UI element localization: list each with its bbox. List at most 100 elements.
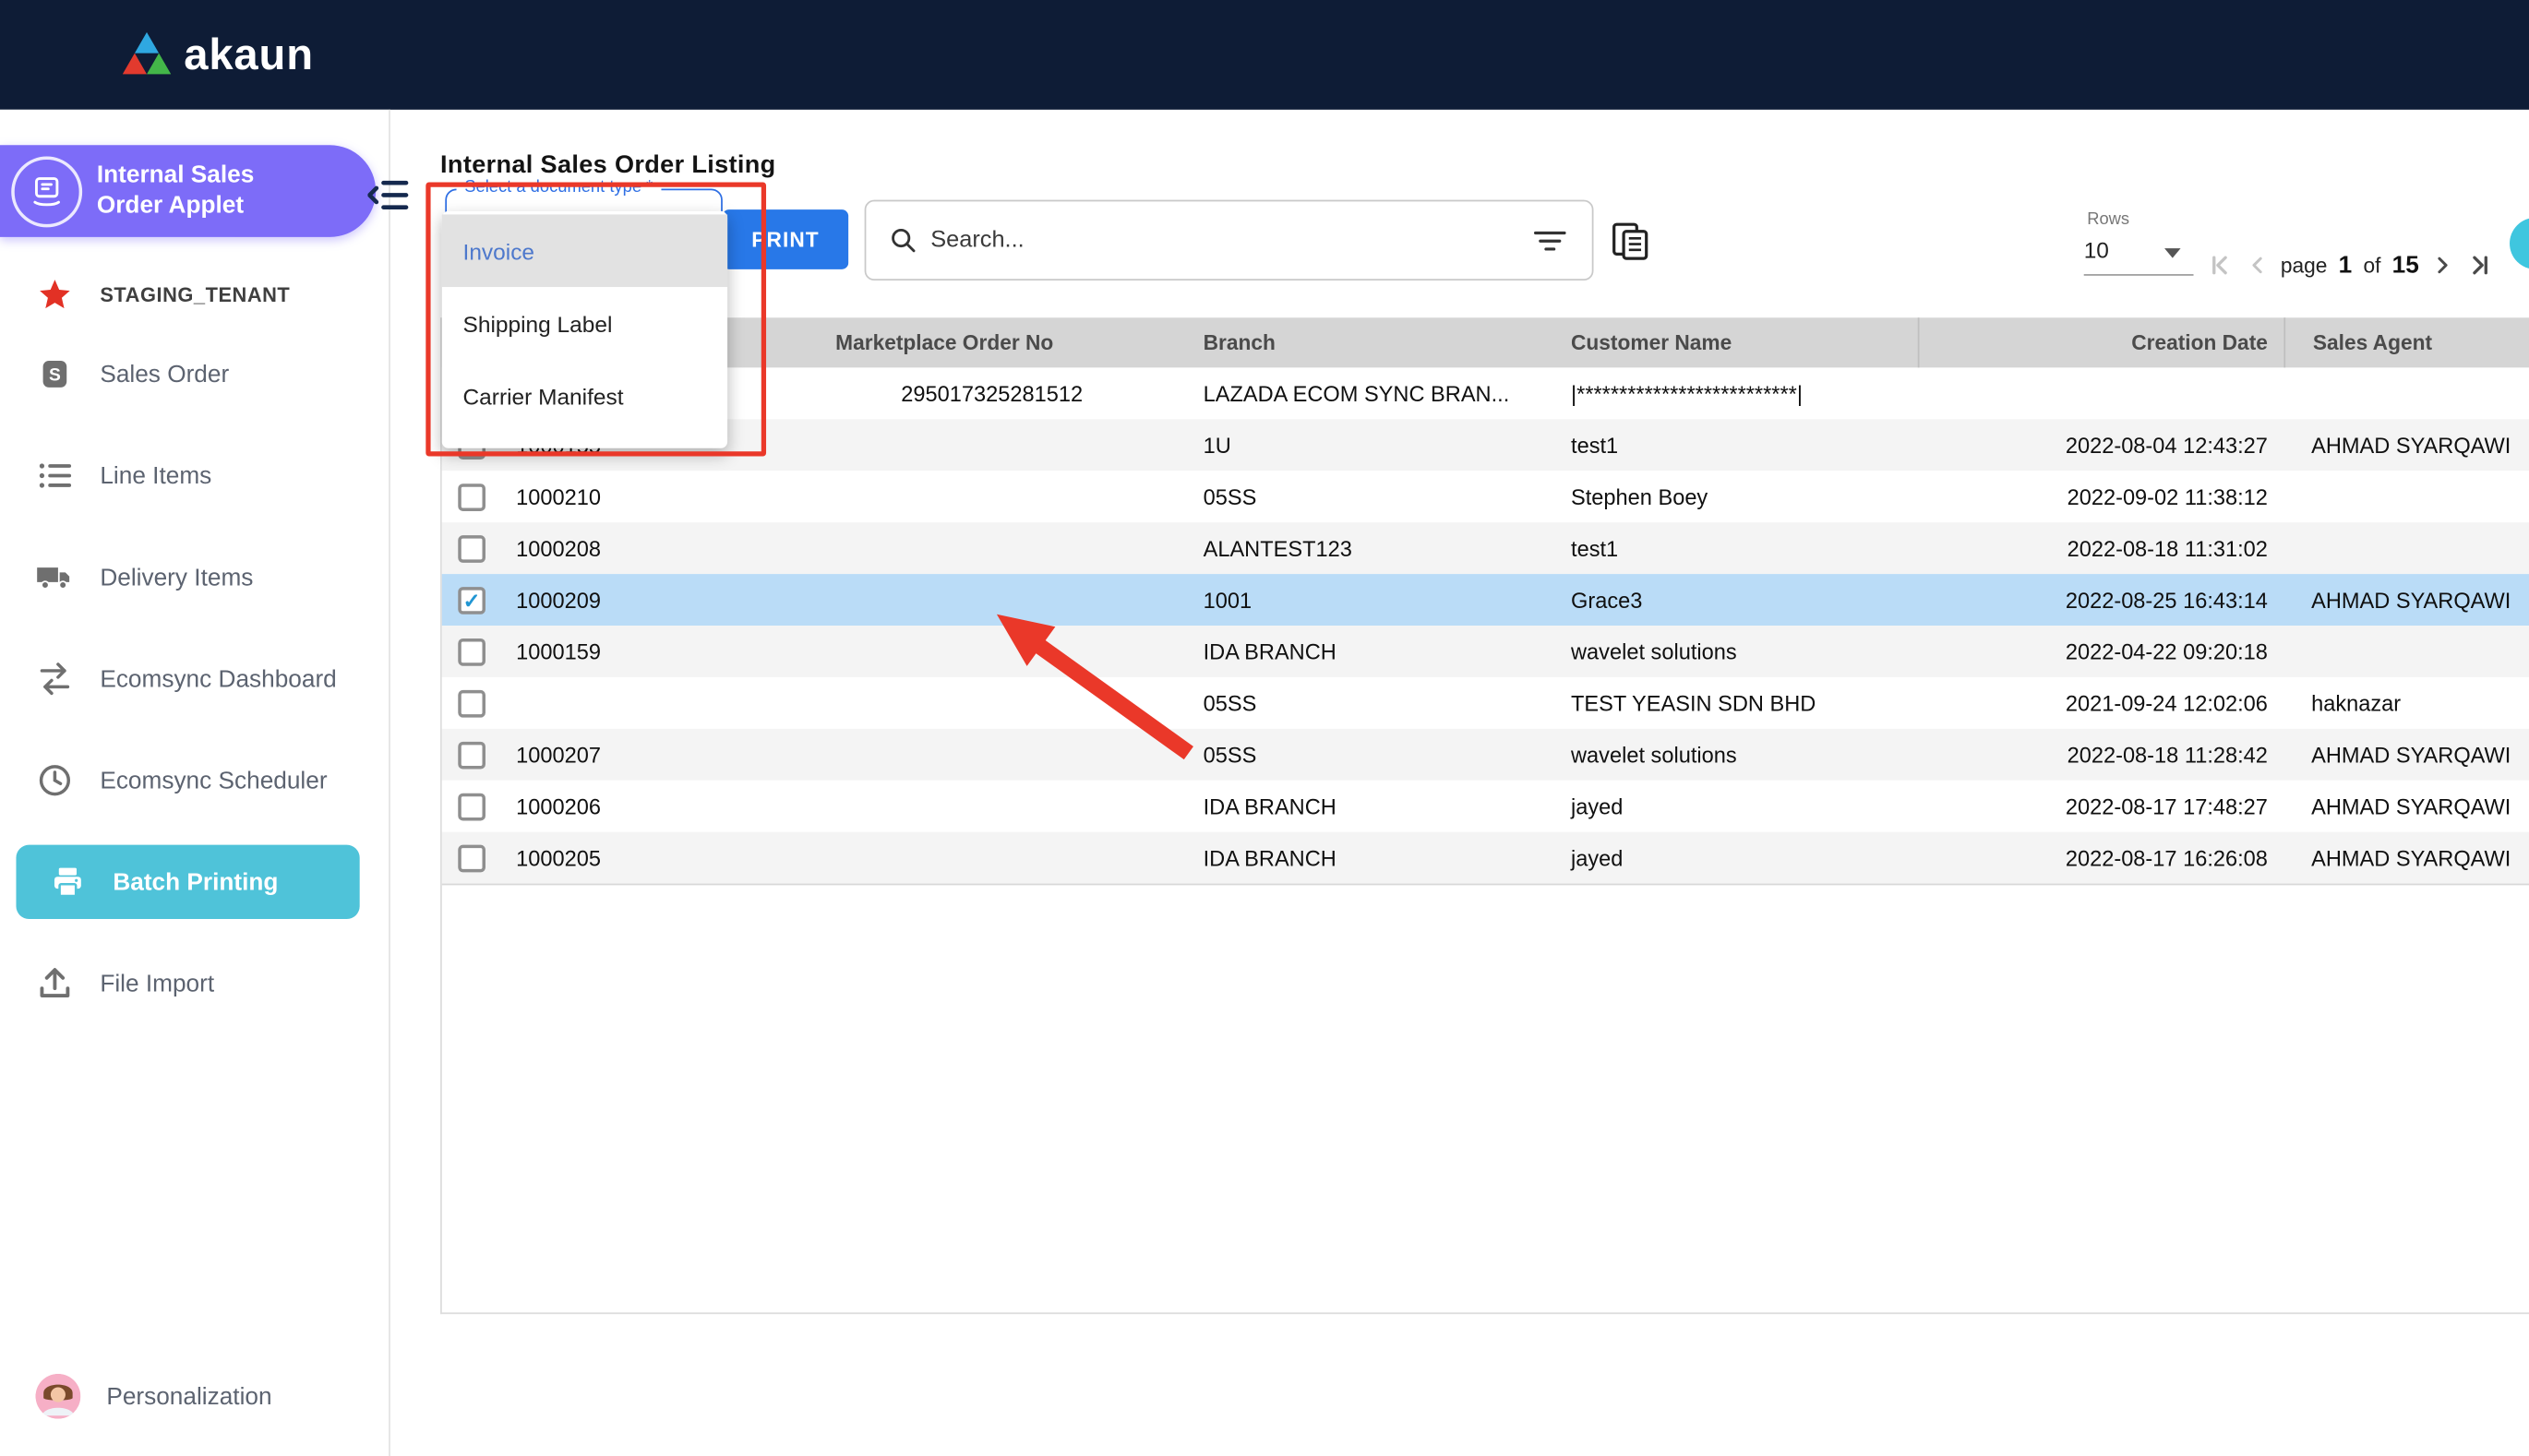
svg-text:S: S	[49, 366, 61, 386]
table-row[interactable]: 1000207 05SS wavelet solutions 2022-08-1…	[442, 729, 2529, 781]
rows-per-page-select[interactable]: 10	[2084, 233, 2194, 276]
search-box	[865, 200, 1594, 280]
row-checkbox[interactable]	[458, 586, 485, 614]
cell-sales-agent: AHMAD SYARQAWI	[2283, 433, 2529, 457]
sidebar-item-sales-order[interactable]: S Sales Order	[0, 341, 387, 406]
table-row[interactable]: 1000159 IDA BRANCH wavelet solutions 202…	[442, 626, 2529, 677]
sidebar-item-label: Personalization	[106, 1382, 271, 1410]
sales-order-table: Marketplace Order No Branch Customer Nam…	[440, 317, 2529, 1314]
sidebar-item-ecomsync-scheduler[interactable]: Ecomsync Scheduler	[0, 748, 387, 813]
cell-order-no: 1000208	[501, 536, 808, 560]
cell-order-no: 1000209	[501, 588, 808, 612]
table-row[interactable]: 1000206 IDA BRANCH jayed 2022-08-17 17:4…	[442, 781, 2529, 832]
header-customer-name[interactable]: Customer Name	[1543, 330, 1917, 354]
document-type-menu: Invoice Shipping Label Carrier Manifest	[442, 211, 727, 448]
sidebar-item-batch-printing[interactable]: Batch Printing	[16, 845, 359, 919]
pagination: page 1 of 15	[2207, 242, 2494, 287]
cell-customer-name: |**************************|	[1543, 381, 1917, 405]
cell-branch: IDA BRANCH	[1176, 639, 1543, 663]
table-header: Marketplace Order No Branch Customer Nam…	[442, 317, 2529, 367]
table-row[interactable]: 295017325281512 LAZADA ECOM SYNC BRAN...…	[442, 367, 2529, 419]
cell-customer-name: Grace3	[1543, 588, 1917, 612]
row-checkbox[interactable]	[458, 793, 485, 820]
sidebar-item-ecomsync-dashboard[interactable]: Ecomsync Dashboard	[0, 647, 387, 711]
cell-branch: IDA BRANCH	[1176, 794, 1543, 818]
table-row[interactable]: 1000205 IDA BRANCH jayed 2022-08-17 16:2…	[442, 832, 2529, 886]
cell-sales-agent: AHMAD SYARQAWI	[2283, 794, 2529, 818]
print-button[interactable]: PRINT	[723, 209, 848, 269]
header-creation-date[interactable]: Creation Date	[1918, 317, 2284, 367]
sidebar-collapse-icon[interactable]	[367, 174, 409, 216]
table-body: 295017325281512 LAZADA ECOM SYNC BRAN...…	[442, 367, 2529, 885]
header-branch[interactable]: Branch	[1176, 330, 1543, 354]
header-sales-agent[interactable]: Sales Agent	[2283, 317, 2529, 367]
view-columns-icon[interactable]	[1610, 221, 1651, 262]
sidebar-item-file-import[interactable]: File Import	[0, 951, 387, 1016]
table-row[interactable]: 05SS TEST YEASIN SDN BHD 2021-09-24 12:0…	[442, 677, 2529, 729]
first-page-icon[interactable]	[2207, 251, 2235, 279]
table-row[interactable]: 1000208 ALANTEST123 test1 2022-08-18 11:…	[442, 522, 2529, 574]
sidebar-item-delivery-items[interactable]: Delivery Items	[0, 545, 387, 610]
search-input[interactable]	[928, 226, 1534, 255]
row-checkbox[interactable]	[458, 741, 485, 769]
cell-customer-name: wavelet solutions	[1543, 639, 1917, 663]
row-checkbox[interactable]	[458, 483, 485, 510]
logo-text: akaun	[184, 30, 314, 79]
topbar: akaun	[0, 0, 2529, 110]
header-marketplace-order-no[interactable]: Marketplace Order No	[808, 330, 1175, 354]
menu-item-invoice[interactable]: Invoice	[442, 214, 727, 287]
cell-creation-date: 2022-08-17 16:26:08	[1918, 846, 2284, 870]
clock-icon	[35, 761, 74, 800]
floating-action-button[interactable]	[2510, 218, 2529, 269]
row-checkbox[interactable]	[458, 638, 485, 665]
checkbox-cell	[442, 534, 502, 562]
upload-icon	[35, 964, 74, 1003]
checkbox-cell	[442, 483, 502, 510]
row-checkbox[interactable]	[458, 534, 485, 562]
cell-creation-date: 2022-09-02 11:38:12	[1918, 484, 2284, 508]
table-row[interactable]: 1000210 05SS Stephen Boey 2022-09-02 11:…	[442, 471, 2529, 522]
sidebar-item-label: Sales Order	[100, 361, 229, 388]
menu-item-carrier-manifest[interactable]: Carrier Manifest	[442, 360, 727, 433]
cell-branch: LAZADA ECOM SYNC BRAN...	[1176, 381, 1543, 405]
row-checkbox[interactable]	[458, 689, 485, 717]
cell-sales-agent: haknazar	[2283, 691, 2529, 715]
akaun-logo: akaun	[123, 30, 314, 79]
cell-creation-date: 2022-04-22 09:20:18	[1918, 639, 2284, 663]
cell-branch: ALANTEST123	[1176, 536, 1543, 560]
cell-sales-agent: AHMAD SYARQAWI	[2283, 588, 2529, 612]
applet-header[interactable]: Internal Sales Order Applet	[0, 145, 376, 237]
sidebar-item-staging-tenant[interactable]: STAGING_TENANT	[0, 263, 387, 328]
sidebar-item-label: Line Items	[100, 462, 211, 490]
table-row[interactable]: 1000155 1U test1 2022-08-04 12:43:27 AHM…	[442, 419, 2529, 471]
cell-creation-date: 2022-08-04 12:43:27	[1918, 433, 2284, 457]
cell-customer-name: wavelet solutions	[1543, 743, 1917, 767]
checkbox-cell	[442, 638, 502, 665]
sidebar-item-label: File Import	[100, 970, 214, 997]
checkbox-cell	[442, 844, 502, 872]
cell-order-no: 1000207	[501, 743, 808, 767]
cell-order-no: 1000159	[501, 639, 808, 663]
cell-branch: 1001	[1176, 588, 1543, 612]
document-type-label: Select a document type *	[457, 177, 661, 197]
sidebar-item-label: Delivery Items	[100, 564, 253, 591]
app: akaun Internal Sales Order Applet STAGIN…	[0, 0, 2529, 1456]
sidebar: Internal Sales Order Applet STAGING_TENA…	[0, 110, 390, 1456]
menu-item-shipping-label[interactable]: Shipping Label	[442, 287, 727, 360]
page-current: 1	[2339, 251, 2353, 279]
rows-label: Rows	[2087, 209, 2129, 229]
sidebar-item-line-items[interactable]: Line Items	[0, 444, 387, 508]
checkbox-cell	[442, 741, 502, 769]
filter-icon[interactable]	[1534, 228, 1566, 252]
last-page-icon[interactable]	[2465, 251, 2493, 279]
next-page-icon[interactable]	[2430, 252, 2454, 276]
cell-customer-name: test1	[1543, 536, 1917, 560]
page-total: 15	[2392, 251, 2419, 279]
prev-page-icon[interactable]	[2245, 252, 2269, 276]
cell-customer-name: test1	[1543, 433, 1917, 457]
table-row[interactable]: 1000209 1001 Grace3 2022-08-25 16:43:14 …	[442, 574, 2529, 626]
row-checkbox[interactable]	[458, 844, 485, 872]
sidebar-item-personalization[interactable]: Personalization	[0, 1364, 387, 1428]
sync-arrows-icon	[35, 660, 74, 698]
applet-title: Internal Sales Order Applet	[97, 161, 304, 221]
